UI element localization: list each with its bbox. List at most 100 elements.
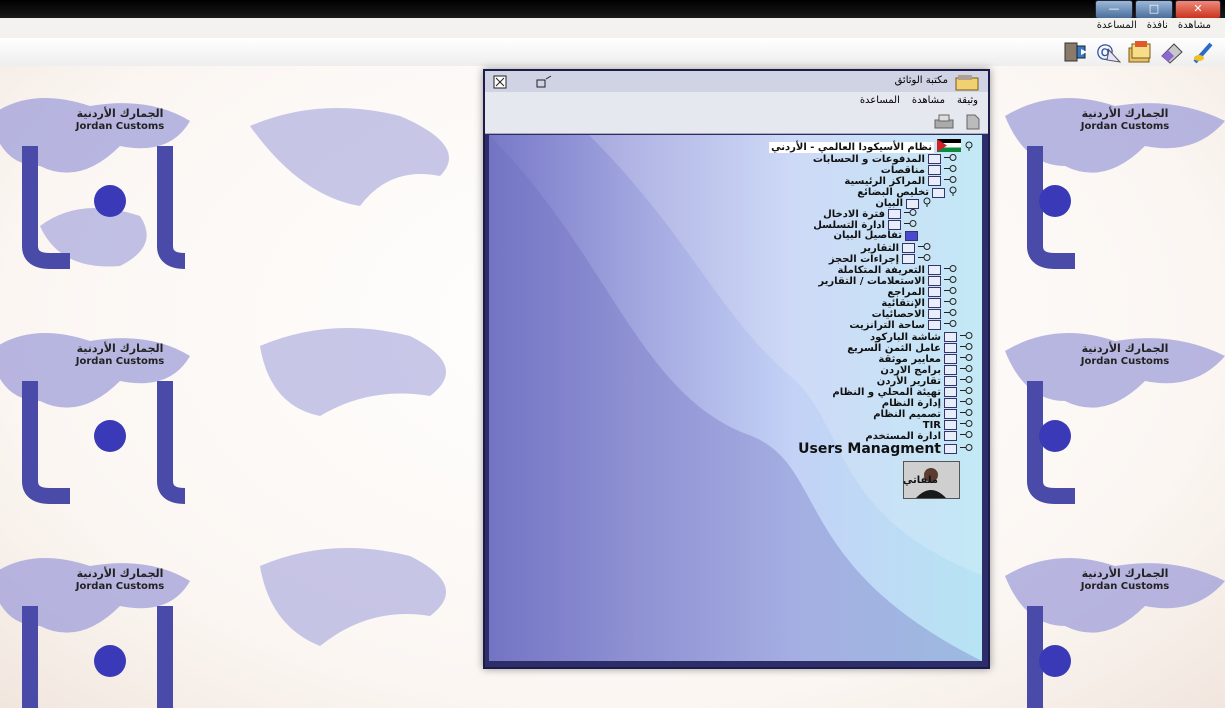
folder-icon bbox=[944, 398, 957, 408]
wallpaper-logo-en: Jordan Customs bbox=[1080, 121, 1170, 132]
expand-icon[interactable] bbox=[960, 443, 974, 455]
new-document-icon[interactable] bbox=[966, 114, 980, 134]
photo-caption: ملفاتي bbox=[902, 475, 938, 486]
collapse-icon[interactable] bbox=[948, 186, 958, 199]
exit-icon[interactable] bbox=[1063, 39, 1089, 65]
wallpaper-tile: الجمارك الأردنية Jordan Customs bbox=[0, 558, 190, 708]
folder-icon bbox=[928, 320, 941, 330]
folder-icon bbox=[932, 187, 945, 198]
folder-icon bbox=[944, 376, 957, 386]
doc-menu: وثيقة مشاهدة المساعدة bbox=[860, 95, 978, 106]
tree-item-label: TIR bbox=[922, 419, 941, 431]
folder-icon bbox=[944, 332, 957, 342]
wallpaper-logo-ar: الجمارك الأردنية bbox=[77, 566, 164, 580]
email-icon[interactable]: @ bbox=[1095, 39, 1121, 65]
folder-icon bbox=[906, 198, 919, 209]
tree-item-label: برامج الاردن bbox=[880, 364, 941, 376]
tree-item[interactable]: تفاصيل البيان bbox=[833, 230, 918, 241]
restore-icon[interactable] bbox=[535, 74, 553, 93]
folder-icon bbox=[944, 365, 957, 375]
wallpaper-logo-en: Jordan Customs bbox=[75, 121, 165, 132]
close-icon[interactable] bbox=[493, 74, 507, 93]
doc-menu-view[interactable]: مشاهدة bbox=[912, 95, 945, 106]
tree-item-label: تصميم النظام bbox=[873, 408, 941, 420]
doc-menubar: وثيقة مشاهدة المساعدة bbox=[485, 92, 988, 111]
wallpaper-logo-en: Jordan Customs bbox=[75, 356, 165, 367]
folder-icon bbox=[902, 254, 915, 264]
wallpaper-logo-en: Jordan Customs bbox=[1080, 356, 1170, 367]
wallpaper-logo-ar: الجمارك الأردنية bbox=[1082, 341, 1169, 355]
folder-icon bbox=[928, 298, 941, 308]
doc-menu-document[interactable]: وثيقة bbox=[957, 95, 978, 106]
menu-window[interactable]: نافذة bbox=[1147, 20, 1168, 31]
print-icon[interactable] bbox=[934, 114, 954, 134]
doc-toolbar bbox=[485, 111, 988, 134]
wallpaper-tile: الجمارك الأردنية Jordan Customs bbox=[0, 98, 190, 269]
main-menu: مشاهدة نافذة المساعدة bbox=[1097, 20, 1211, 31]
document-library-window: مكتبة الوثائق وثيقة مشاهدة المساعدة نظام… bbox=[483, 69, 990, 669]
folder-icon bbox=[928, 165, 941, 175]
tree-item-label: ساحة الترانزيت bbox=[849, 319, 925, 331]
main-toolbar: @ bbox=[0, 38, 1225, 66]
tree-item-label: مناقصات bbox=[880, 164, 925, 176]
folder-icon bbox=[888, 209, 901, 219]
wallpaper-logo-ar: الجمارك الأردنية bbox=[77, 106, 164, 120]
toolbar-icons: @ bbox=[1063, 39, 1217, 65]
eraser-icon[interactable] bbox=[1159, 39, 1185, 65]
collapse-icon[interactable] bbox=[922, 197, 932, 210]
tree-item-label: شاشة الباركود bbox=[870, 331, 941, 343]
tree-item-label: تهيئة المحلي و النظام bbox=[832, 386, 941, 398]
folder-icon bbox=[928, 154, 941, 164]
folder-icon bbox=[928, 276, 941, 286]
folder-icon bbox=[944, 343, 957, 353]
menu-view[interactable]: مشاهدة bbox=[1178, 20, 1211, 31]
folder-icon bbox=[905, 230, 918, 241]
tree-item-label: تفاصيل البيان bbox=[833, 230, 903, 241]
tree-item-label: التقارير bbox=[861, 242, 899, 254]
doc-menu-help[interactable]: المساعدة bbox=[860, 95, 900, 106]
tree-item[interactable]: ساحة الترانزيت bbox=[849, 319, 958, 331]
wallpaper-tile: الجمارك الأردنية Jordan Customs bbox=[1005, 558, 1225, 708]
tree-item-label: التعريفة المتكاملة bbox=[837, 264, 925, 276]
folder-icon bbox=[944, 354, 957, 364]
tree-item-label: فترة الادخال bbox=[823, 208, 885, 220]
tree-item-label: المدفوعات و الحسابات bbox=[812, 153, 925, 165]
doc-window-titlebar: مكتبة الوثائق bbox=[485, 71, 988, 93]
tree-item-label: إجراءات الحجز bbox=[828, 253, 899, 265]
tree-item-label: ادارة التسلسل bbox=[813, 219, 885, 231]
brush-icon[interactable] bbox=[1191, 39, 1217, 65]
tree-item-label: تقارير الأردن bbox=[876, 375, 941, 387]
tree-item-label: المراكز الرئيسية bbox=[844, 175, 925, 187]
main-menubar: مشاهدة نافذة المساعدة bbox=[0, 18, 1225, 38]
folders-icon[interactable] bbox=[1127, 39, 1153, 65]
document-tree: نظام الأسيكودا العالمي - الأردني المدفوع… bbox=[489, 135, 982, 661]
wallpaper-tile: الجمارك الأردنية Jordan Customs bbox=[1005, 98, 1225, 269]
document-tree-panel: نظام الأسيكودا العالمي - الأردني المدفوع… bbox=[489, 135, 982, 661]
window-title-bar: — □ ✕ bbox=[0, 0, 1225, 19]
expand-icon[interactable] bbox=[944, 319, 958, 331]
folder-icon bbox=[928, 287, 941, 297]
folder-icon bbox=[888, 220, 901, 230]
tree-item[interactable]: Users Managment bbox=[798, 441, 974, 457]
wallpaper-logo-en: Jordan Customs bbox=[1080, 581, 1170, 592]
tree-item-label: الاستعلامات / التقارير bbox=[818, 275, 925, 287]
tree-item-label: عامل الثمن السريع bbox=[847, 342, 941, 354]
folder-icon bbox=[944, 387, 957, 397]
collapse-icon[interactable] bbox=[964, 141, 974, 154]
folder-icon bbox=[944, 431, 957, 441]
tree-item-label: الاحصائيات bbox=[871, 308, 925, 320]
wallpaper-logo-ar: الجمارك الأردنية bbox=[1082, 566, 1169, 580]
menu-help[interactable]: المساعدة bbox=[1097, 20, 1137, 31]
folder-icon bbox=[928, 265, 941, 275]
tree-item-label: معايير موثقة bbox=[878, 353, 941, 365]
maximize-button[interactable]: □ bbox=[1135, 0, 1173, 19]
wallpaper-logo-en: Jordan Customs bbox=[75, 581, 165, 592]
minimize-button[interactable]: — bbox=[1095, 0, 1133, 19]
close-button[interactable]: ✕ bbox=[1175, 0, 1221, 19]
folder-icon bbox=[928, 309, 941, 319]
tree-item-label: الإنتقائية bbox=[881, 297, 925, 309]
tree-root-label: نظام الأسيكودا العالمي - الأردني bbox=[769, 141, 934, 153]
folder-icon bbox=[944, 409, 957, 419]
world-map-art bbox=[250, 108, 449, 646]
wallpaper-tile: الجمارك الأردنية Jordan Customs bbox=[1005, 333, 1225, 504]
